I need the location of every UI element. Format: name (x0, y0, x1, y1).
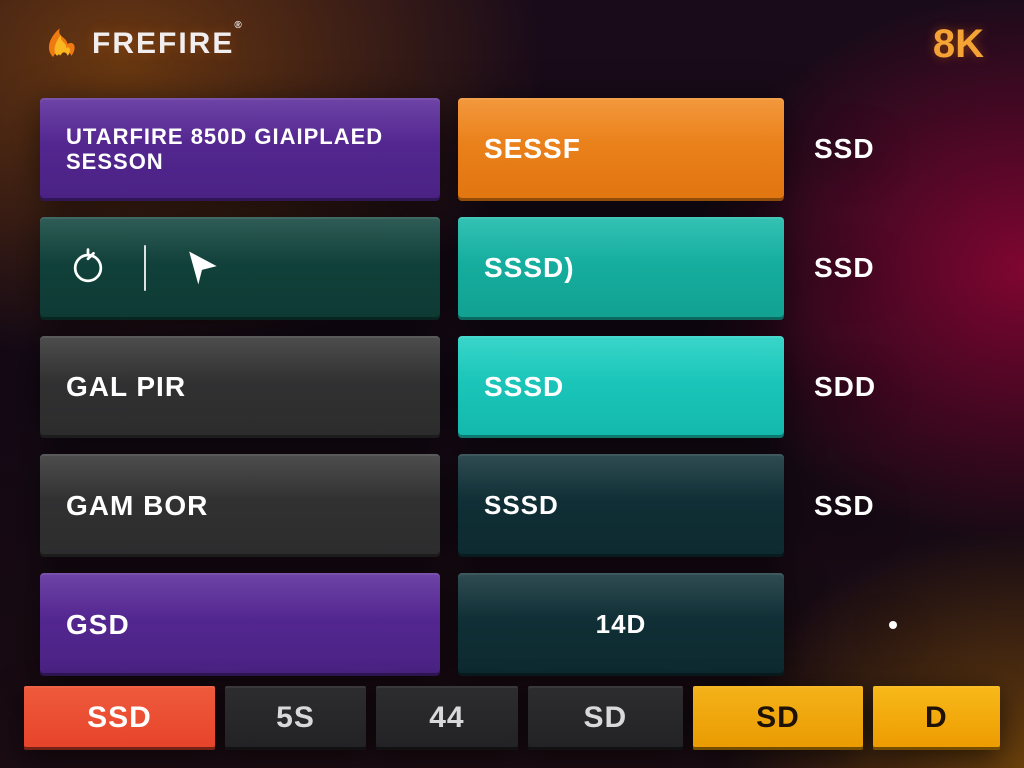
flame-logo-icon (40, 23, 82, 65)
row-side: SSD (802, 98, 984, 201)
row-label[interactable]: GAM BOR (40, 454, 440, 557)
row-side: SSD (802, 454, 984, 557)
tab-label: SSD (87, 701, 152, 735)
tab-5s[interactable]: 5S (225, 686, 366, 750)
row-side: SSD (802, 217, 984, 320)
cursor-icon[interactable] (180, 246, 224, 290)
brand-text: FREFIRE® (92, 27, 242, 61)
row-label-text: GSD (66, 609, 130, 641)
brand-reg: ® (234, 20, 241, 31)
row-value[interactable]: SSSD (458, 454, 784, 557)
row-side-dot (802, 573, 984, 676)
row-value-text: SSSD) (484, 252, 575, 284)
icon-toolbar (40, 217, 440, 320)
row-value[interactable]: 14D (458, 573, 784, 676)
row-title[interactable]: UTARFIRE 850D GIAIPLAED SESSON (40, 98, 440, 201)
row-label-text: GAM BOR (66, 490, 208, 522)
row-side-text: SSD (814, 490, 875, 522)
tab-44[interactable]: 44 (376, 686, 517, 750)
dot-icon (889, 621, 897, 629)
tab-label: SD (756, 701, 800, 735)
row-value[interactable]: SSSD) (458, 217, 784, 320)
tab-ssd[interactable]: SSD (24, 686, 215, 750)
row-value-text: SSSD (484, 490, 559, 521)
tab-label: D (925, 701, 948, 735)
row-side: SDD (802, 336, 984, 439)
row-side-text: SDD (814, 371, 876, 403)
row-value[interactable]: SSSD (458, 336, 784, 439)
row-value-text: 14D (596, 609, 647, 640)
row-value-text: SESSF (484, 133, 581, 165)
row-label-text: GAL PIR (66, 371, 186, 403)
row-label[interactable]: GSD (40, 573, 440, 676)
tab-d[interactable]: D (873, 686, 1000, 750)
refresh-icon[interactable] (66, 246, 110, 290)
tab-sd-2[interactable]: SD (693, 686, 863, 750)
brand: FREFIRE® (40, 23, 242, 65)
row-side-text: SSD (814, 133, 875, 165)
brand-name: FREFIRE (92, 27, 234, 60)
quality-badge: 8K (933, 22, 984, 67)
row-title-text: UTARFIRE 850D GIAIPLAED SESSON (66, 124, 414, 175)
tab-sd-1[interactable]: SD (528, 686, 684, 750)
row-value-text: SSSD (484, 371, 564, 403)
row-side-text: SSD (814, 252, 875, 284)
tab-label: SD (584, 701, 628, 735)
row-label[interactable]: GAL PIR (40, 336, 440, 439)
tab-label: 44 (429, 701, 464, 735)
divider (144, 245, 146, 291)
row-value[interactable]: SESSF (458, 98, 784, 201)
header: FREFIRE® 8K (0, 16, 1024, 72)
bottom-tabs: SSD 5S 44 SD SD D (24, 686, 1000, 750)
tab-label: 5S (276, 701, 315, 735)
scoreboard: UTARFIRE 850D GIAIPLAED SESSON SESSF SSD… (40, 98, 984, 676)
